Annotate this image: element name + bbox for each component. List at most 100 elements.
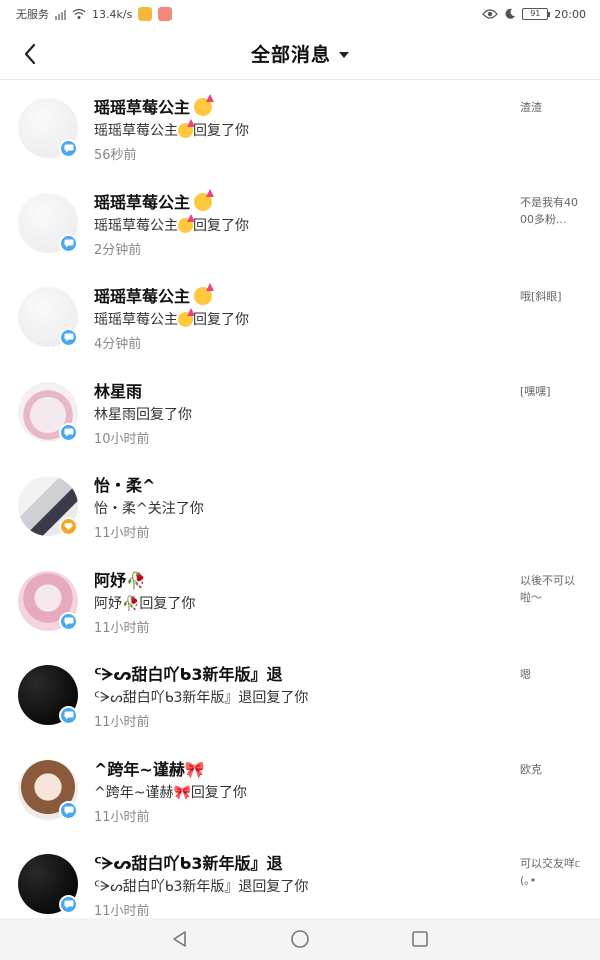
notification-actor: 瑶瑶草莓公主 xyxy=(94,312,178,328)
comment-preview[interactable]: 欧克 xyxy=(520,761,584,778)
sender-name-text: ᑦᗒᔕ甜白吖ᑲ3新年版』退 xyxy=(94,854,283,873)
party-face-icon xyxy=(194,94,215,116)
comment-preview[interactable]: 不是我有4000多粉... xyxy=(520,194,584,228)
sender-name-text: 怡・柔^ xyxy=(94,476,156,495)
nav-recent-button[interactable] xyxy=(409,928,431,950)
nav-back-button[interactable] xyxy=(169,928,191,950)
notification-text: ᑦᗒᔕ甜白吖ᑲ3新年版』退回复了你 xyxy=(94,687,308,707)
message-item[interactable]: 瑶瑶草莓公主 瑶瑶草莓公主 回复了你 2分钟前 不是我有4000多粉... xyxy=(0,176,600,271)
timestamp: 4分钟前 xyxy=(94,337,142,352)
network-speed: 13.4k/s xyxy=(92,7,133,21)
message-filter-dropdown[interactable]: 全部消息 xyxy=(251,40,349,67)
comment-preview[interactable]: 渣渣 xyxy=(520,99,584,116)
message-item[interactable]: ^跨年~谨赫🎀 ^跨年~谨赫🎀回复了你 11小时前 欧克 xyxy=(0,743,600,838)
comment-badge-icon xyxy=(59,800,78,820)
carrier-label: 无服务 xyxy=(16,8,49,21)
sender-name[interactable]: 瑶瑶草莓公主 xyxy=(94,94,215,118)
triangle-back-icon xyxy=(173,931,186,947)
comment-badge-icon xyxy=(59,706,78,725)
notification-text: 瑶瑶草莓公主 回复了你 xyxy=(94,213,249,235)
comment-badge-icon xyxy=(59,328,78,347)
comment-preview[interactable]: 嗯 xyxy=(520,666,584,683)
sender-name[interactable]: 林星雨 xyxy=(94,378,142,402)
timestamp: 11小时前 xyxy=(94,809,150,825)
sender-name[interactable]: 阿妤🥀 xyxy=(94,567,146,591)
sender-name-text: 瑶瑶草莓公主 xyxy=(94,192,191,212)
notification-text: 瑶瑶草莓公主 回复了你 xyxy=(94,119,249,140)
system-nav-bar xyxy=(0,918,600,960)
notification-verb: 回复了你 xyxy=(193,123,249,139)
comment-badge-icon xyxy=(59,895,78,914)
sender-name[interactable]: ᑦᗒᔕ甜白吖ᑲ3新年版』退 xyxy=(94,850,283,874)
status-time: 20:00 xyxy=(554,7,586,21)
timestamp: 11小时前 xyxy=(94,904,150,919)
sender-name-text: ^跨年~谨赫🎀 xyxy=(94,759,205,779)
party-face-icon xyxy=(178,119,195,138)
comment-badge-icon xyxy=(59,233,78,253)
notification-actor: ᑦᗒᔕ甜白吖ᑲ3新年版』退回复了你 xyxy=(94,690,309,706)
message-item[interactable]: 瑶瑶草莓公主 瑶瑶草莓公主 回复了你 4分钟前 哦[斜眼] xyxy=(0,270,600,365)
sender-name-text: ᑦᗒᔕ甜白吖ᑲ3新年版』退 xyxy=(94,665,283,684)
notification-text: 怡・柔^关注了你 xyxy=(94,498,204,518)
notification-text: 阿妤🥀回复了你 xyxy=(94,593,195,613)
message-list: 瑶瑶草莓公主 瑶瑶草莓公主 回复了你 56秒前 渣渣 瑶瑶草莓公主 瑶瑶草莓公主 回复了你 2分… xyxy=(0,81,600,932)
comment-badge-icon xyxy=(59,422,78,442)
timestamp: 11小时前 xyxy=(94,715,150,730)
message-item[interactable]: 瑶瑶草莓公主 瑶瑶草莓公主 回复了你 56秒前 渣渣 xyxy=(0,81,600,176)
notification-actor: 瑶瑶草莓公主 xyxy=(94,123,178,139)
follow-badge-icon xyxy=(59,517,78,536)
app-notification-icon xyxy=(138,7,153,21)
sender-name-text: 阿妤🥀 xyxy=(94,570,146,590)
comment-preview[interactable]: [嘿嘿] xyxy=(520,383,584,400)
notification-actor: ᑦᗒᔕ甜白吖ᑲ3新年版』退回复了你 xyxy=(94,879,309,895)
timestamp: 11小时前 xyxy=(94,620,150,636)
sender-name-text: 林星雨 xyxy=(94,381,143,401)
party-face-icon xyxy=(178,308,195,327)
sender-name[interactable]: ^跨年~谨赫🎀 xyxy=(94,756,205,780)
status-bar: 无服务 13.4k/s 91 20:00 xyxy=(0,0,600,28)
comment-preview[interactable]: 哦[斜眼] xyxy=(520,288,584,305)
notification-actor: ^跨年~谨赫🎀回复了你 xyxy=(94,784,247,801)
chevron-left-icon xyxy=(24,43,36,65)
notification-text: ^跨年~谨赫🎀回复了你 xyxy=(94,782,247,802)
comment-preview[interactable]: 可以交友咩ᥴ(｡• xyxy=(520,855,584,889)
sender-name[interactable]: 瑶瑶草莓公主 xyxy=(94,283,215,307)
message-item[interactable]: 怡・柔^ 怡・柔^关注了你 11小时前 xyxy=(0,459,600,554)
nav-home-button[interactable] xyxy=(289,928,311,950)
signal-icon xyxy=(55,8,66,20)
party-face-icon xyxy=(178,213,195,233)
notification-verb: 回复了你 xyxy=(193,312,249,328)
comment-badge-icon xyxy=(59,611,78,631)
timestamp: 11小时前 xyxy=(94,526,150,541)
timestamp: 2分钟前 xyxy=(94,242,142,258)
message-item[interactable]: 林星雨林星雨回复了你 10小时前 [嘿嘿] xyxy=(0,365,600,460)
notification-text: 瑶瑶草莓公主 回复了你 xyxy=(94,308,249,329)
back-button[interactable] xyxy=(16,40,44,68)
sender-name-text: 瑶瑶草莓公主 xyxy=(94,287,191,306)
sender-name[interactable]: 瑶瑶草莓公主 xyxy=(94,188,215,213)
sender-name[interactable]: ᑦᗒᔕ甜白吖ᑲ3新年版』退 xyxy=(94,661,283,685)
moon-icon xyxy=(504,7,516,21)
circle-home-icon xyxy=(291,930,309,948)
battery-icon: 91 xyxy=(522,8,551,20)
party-face-icon xyxy=(194,283,215,305)
message-item[interactable]: 阿妤🥀 阿妤🥀回复了你 11小时前 以後不可以啦～ xyxy=(0,554,600,649)
sender-name-text: 瑶瑶草莓公主 xyxy=(94,98,191,117)
comment-preview[interactable]: 以後不可以啦～ xyxy=(520,572,584,606)
timestamp: 56秒前 xyxy=(94,148,137,163)
header: 全部消息 xyxy=(0,28,600,80)
message-item[interactable]: ᑦᗒᔕ甜白吖ᑲ3新年版』退 ᑦᗒᔕ甜白吖ᑲ3新年版』退回复了你 11小时前 嗯 xyxy=(0,648,600,743)
timestamp: 10小时前 xyxy=(94,431,150,447)
caret-down-icon xyxy=(339,51,349,58)
notification-actor: 怡・柔^关注了你 xyxy=(94,501,204,517)
notification-actor: 阿妤🥀回复了你 xyxy=(94,595,196,612)
page-title: 全部消息 xyxy=(250,44,331,66)
notification-text: 林星雨回复了你 xyxy=(94,404,192,424)
notification-actor: 瑶瑶草莓公主 xyxy=(94,217,178,234)
notification-actor: 林星雨回复了你 xyxy=(94,406,192,423)
status-right: 91 20:00 xyxy=(482,7,586,21)
eye-icon xyxy=(482,7,499,21)
comment-badge-icon xyxy=(59,139,78,158)
sender-name[interactable]: 怡・柔^ xyxy=(94,472,155,496)
calendar-notification-icon xyxy=(158,7,173,21)
